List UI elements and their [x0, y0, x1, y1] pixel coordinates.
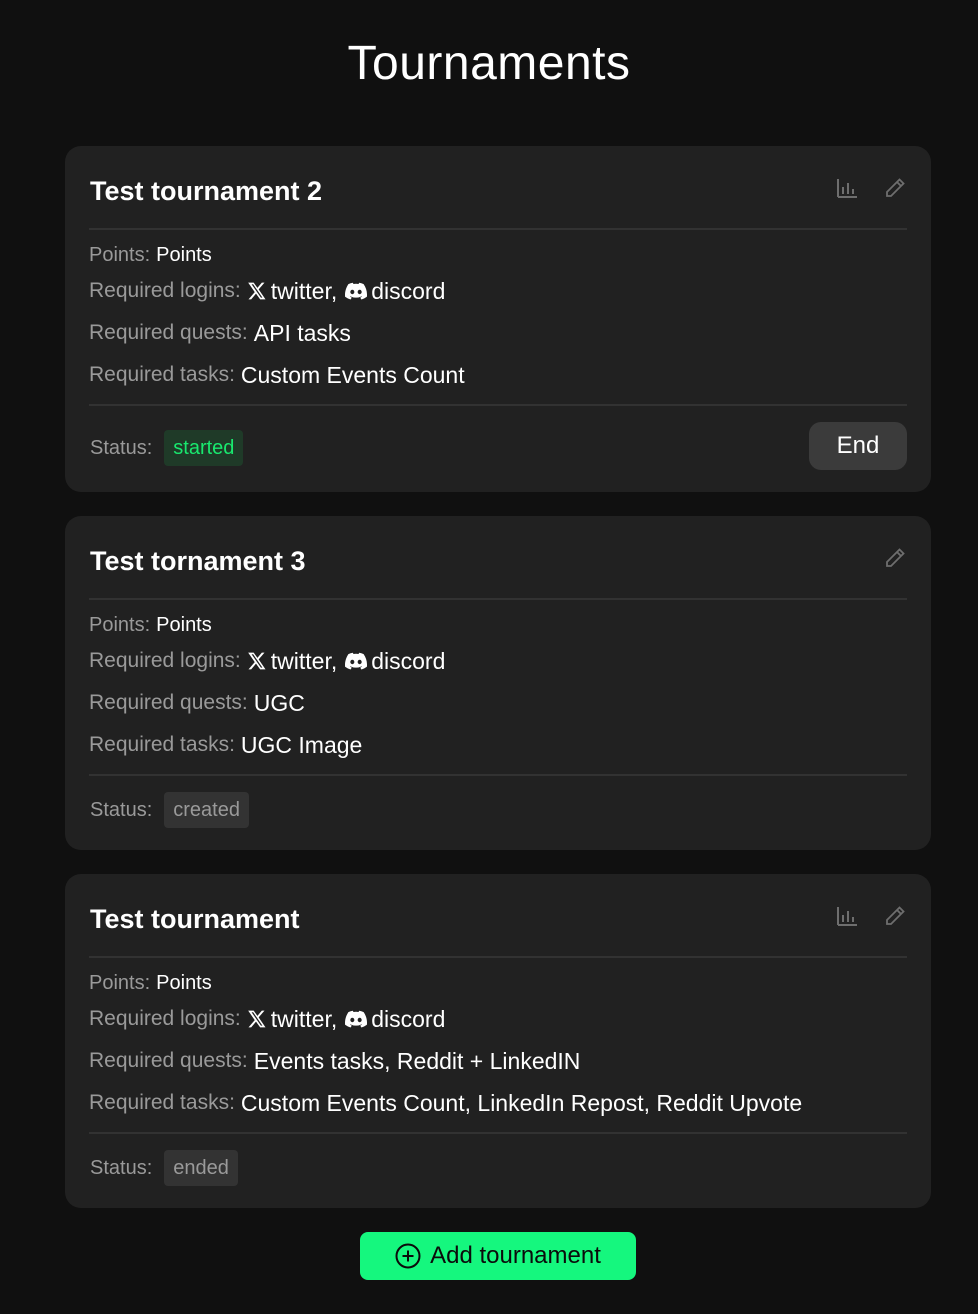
bar-chart-icon[interactable]: [835, 904, 859, 928]
tasks-row: Required tasks: Custom Events Count, Lin…: [89, 1082, 907, 1124]
quests-label: Required quests:: [89, 321, 248, 344]
tournament-card: Test tornament 3 Points: Points Required…: [65, 516, 931, 850]
add-tournament-button[interactable]: Add tournament: [360, 1232, 636, 1280]
login-discord: discord: [345, 1006, 445, 1033]
points-row: Points: Points: [89, 968, 907, 998]
quests-label: Required quests:: [89, 1049, 248, 1072]
card-details: Points: Points Required logins: twitter,…: [89, 958, 907, 1134]
login-twitter: twitter,: [247, 278, 337, 305]
quests-value: UGC: [253, 689, 305, 716]
card-header: Test tournament: [89, 874, 907, 958]
logins-value: twitter, discord: [247, 278, 445, 305]
tournament-title: Test tournament: [90, 904, 300, 934]
tasks-value: Custom Events Count: [240, 361, 465, 388]
page-title: Tournaments: [347, 37, 631, 90]
logins-label: Required logins:: [89, 649, 241, 672]
tasks-label: Required tasks:: [89, 733, 235, 756]
plus-circle-icon: [395, 1243, 421, 1269]
logins-label: Required logins:: [89, 279, 241, 302]
login-discord-label: discord: [371, 1005, 446, 1032]
quests-row: Required quests: UGC: [89, 682, 907, 724]
status-badge: created: [164, 792, 249, 828]
tournament-title: Test tournament 2: [90, 176, 323, 206]
status-label: Status:: [90, 1156, 153, 1179]
points-row: Points: Points: [89, 240, 907, 270]
tasks-value: UGC Image: [240, 731, 363, 758]
logins-label: Required logins:: [89, 1007, 241, 1030]
tasks-label: Required tasks:: [89, 363, 235, 386]
tournament-card: Test tournament Points: Points Required …: [65, 874, 931, 1208]
card-details: Points: Points Required logins: twitter,…: [89, 600, 907, 776]
points-label: Points:: [89, 243, 151, 266]
points-label: Points:: [89, 613, 151, 636]
login-discord: discord: [345, 278, 445, 305]
x-logo-icon: [247, 1010, 266, 1028]
tournament-title: Test tornament 3: [90, 546, 306, 576]
tasks-label: Required tasks:: [89, 1091, 235, 1114]
login-discord-label: discord: [371, 277, 446, 304]
login-discord: discord: [345, 648, 445, 675]
login-twitter: twitter,: [247, 1006, 337, 1033]
logins-row: Required logins: twitter, discord: [89, 640, 907, 682]
tournaments-page: Tournaments Test tournament 2 Points: Po…: [0, 0, 978, 1314]
add-tournament-label: Add tournament: [430, 1242, 601, 1269]
points-row: Points: Points: [89, 610, 907, 640]
tasks-value: Custom Events Count, LinkedIn Repost, Re…: [240, 1089, 803, 1116]
quests-label: Required quests:: [89, 691, 248, 714]
logins-value: twitter, discord: [247, 648, 445, 675]
points-value: Points: [156, 243, 212, 266]
quests-row: Required quests: API tasks: [89, 312, 907, 354]
status-badge: ended: [164, 1150, 238, 1186]
points-value: Points: [156, 613, 212, 636]
card-footer: Status: ended: [89, 1134, 907, 1202]
discord-logo-icon: [345, 282, 368, 300]
x-logo-icon: [247, 282, 266, 300]
tasks-row: Required tasks: UGC Image: [89, 724, 907, 766]
card-details: Points: Points Required logins: twitter,…: [89, 230, 907, 406]
login-twitter-label: twitter,: [270, 1005, 338, 1032]
status-label: Status:: [90, 436, 153, 459]
quests-value: Events tasks, Reddit + LinkedIN: [253, 1047, 581, 1074]
pencil-icon[interactable]: [883, 176, 907, 200]
points-value: Points: [156, 971, 212, 994]
x-logo-icon: [247, 652, 266, 670]
bar-chart-icon[interactable]: [835, 176, 859, 200]
points-label: Points:: [89, 971, 151, 994]
quests-value: API tasks: [253, 319, 351, 346]
card-footer: Status: started End: [89, 406, 907, 490]
logins-row: Required logins: twitter, discord: [89, 270, 907, 312]
tasks-row: Required tasks: Custom Events Count: [89, 354, 907, 396]
card-header: Test tournament 2: [89, 146, 907, 230]
quests-row: Required quests: Events tasks, Reddit + …: [89, 1040, 907, 1082]
logins-row: Required logins: twitter, discord: [89, 998, 907, 1040]
status-badge: started: [164, 430, 244, 466]
pencil-icon[interactable]: [883, 904, 907, 928]
login-twitter-label: twitter,: [270, 277, 338, 304]
card-header: Test tornament 3: [89, 516, 907, 600]
status-label: Status:: [90, 798, 153, 821]
card-footer: Status: created: [89, 776, 907, 844]
logins-value: twitter, discord: [247, 1006, 445, 1033]
pencil-icon[interactable]: [883, 546, 907, 570]
end-button[interactable]: End: [809, 422, 907, 470]
login-discord-label: discord: [371, 647, 446, 674]
tournament-card: Test tournament 2 Points: Points Require…: [65, 146, 931, 492]
discord-logo-icon: [345, 652, 368, 670]
login-twitter-label: twitter,: [270, 647, 338, 674]
discord-logo-icon: [345, 1010, 368, 1028]
login-twitter: twitter,: [247, 648, 337, 675]
